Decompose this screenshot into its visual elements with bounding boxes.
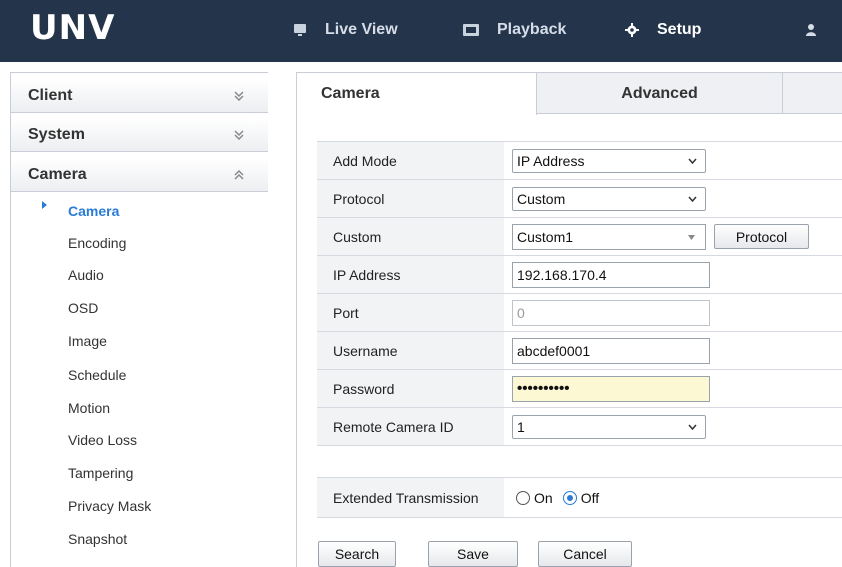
extended-transmission-label: Extended Transmission (317, 478, 504, 517)
port-label: Port (317, 294, 504, 331)
sidebar-item-tampering[interactable]: Tampering (68, 465, 133, 481)
sidebar-item-image[interactable]: Image (68, 333, 107, 349)
settings-sidebar: Client System Camera Camera Encoding Aud… (10, 72, 268, 567)
sidebar-section-label: Camera (28, 165, 87, 183)
radio-checked-icon (562, 490, 577, 505)
triangle-down-icon (688, 234, 695, 240)
camera-form: Add Mode IP Address Protocol Custom Cust… (317, 141, 842, 446)
nav-setup-label: Setup (657, 21, 702, 38)
ip-address-label: IP Address (317, 256, 504, 293)
form-row-custom: Custom Custom1 Protocol (317, 218, 842, 256)
chevron-down-icon (688, 196, 697, 202)
username-input[interactable]: abcdef0001 (512, 337, 710, 364)
sidebar-section-label: System (28, 125, 85, 143)
sidebar-section-client[interactable]: Client (11, 79, 268, 113)
tab-camera[interactable]: Camera (297, 73, 537, 115)
custom-label: Custom (317, 218, 504, 255)
extended-transmission-form: Extended Transmission On Off (317, 477, 842, 518)
sidebar-section-label: Client (28, 86, 73, 104)
sidebar-item-snapshot[interactable]: Snapshot (68, 531, 127, 547)
form-row-password: Password •••••••••• (317, 370, 842, 408)
user-menu[interactable] (805, 18, 819, 42)
active-item-arrow-icon (42, 201, 47, 209)
nav-live-view-label: Live View (325, 21, 398, 38)
port-input[interactable]: 0 (512, 299, 710, 326)
sidebar-item-camera[interactable]: Camera (68, 203, 119, 219)
form-row-add-mode: Add Mode IP Address (317, 142, 842, 180)
extended-transmission-off-radio[interactable]: Off (562, 489, 600, 506)
sidebar-section-system[interactable]: System (11, 118, 268, 152)
add-mode-label: Add Mode (317, 142, 504, 179)
sidebar-item-schedule[interactable]: Schedule (68, 367, 126, 383)
protocol-button[interactable]: Protocol (714, 224, 809, 249)
form-row-port: Port 0 (317, 294, 842, 332)
sidebar-item-encoding[interactable]: Encoding (68, 235, 126, 251)
radio-unchecked-icon (516, 490, 530, 505)
extended-transmission-on-radio[interactable]: On (516, 490, 553, 506)
monitor-icon (293, 23, 307, 37)
protocol-label: Protocol (317, 180, 504, 217)
sidebar-section-camera[interactable]: Camera (11, 158, 268, 192)
protocol-value: Custom (517, 190, 566, 207)
form-row-protocol: Protocol Custom (317, 180, 842, 218)
form-row-extended-transmission: Extended Transmission On Off (317, 478, 842, 518)
chevron-down-icon (688, 158, 697, 164)
tab-bar: Camera Advanced (297, 73, 842, 115)
nav-setup[interactable]: Setup (625, 18, 701, 42)
nav-live-view[interactable]: Live View (293, 18, 398, 42)
custom-value: Custom1 (517, 228, 574, 245)
sidebar-item-video-loss[interactable]: Video Loss (68, 432, 137, 448)
remote-camera-id-value: 1 (517, 418, 525, 435)
sidebar-item-motion[interactable]: Motion (68, 400, 110, 416)
add-mode-select[interactable]: IP Address (512, 148, 706, 173)
film-icon (463, 24, 479, 36)
password-input[interactable]: •••••••••• (512, 375, 710, 402)
sidebar-item-audio[interactable]: Audio (68, 267, 104, 283)
radio-on-label: On (534, 489, 553, 506)
top-nav-bar: UNV Live View Playback Setup (0, 0, 842, 62)
chevron-double-down-icon (234, 91, 244, 102)
save-button[interactable]: Save (428, 541, 518, 567)
chevron-down-icon (688, 424, 697, 430)
form-row-username: Username abcdef0001 (317, 332, 842, 370)
add-mode-value: IP Address (517, 152, 585, 169)
custom-combo[interactable]: Custom1 (512, 223, 706, 250)
protocol-select[interactable]: Custom (512, 186, 706, 211)
user-icon (805, 23, 819, 37)
form-row-ip-address: IP Address 192.168.170.4 (317, 256, 842, 294)
sidebar-item-privacy-mask[interactable]: Privacy Mask (68, 498, 151, 514)
sidebar-item-osd[interactable]: OSD (68, 300, 98, 316)
unv-logo: UNV (30, 8, 116, 48)
cancel-button[interactable]: Cancel (538, 541, 632, 567)
form-row-remote-camera-id: Remote Camera ID 1 (317, 408, 842, 446)
radio-off-label: Off (580, 489, 600, 506)
remote-camera-id-label: Remote Camera ID (317, 408, 504, 445)
chevron-double-up-icon (234, 169, 244, 180)
nav-playback-label: Playback (497, 21, 567, 38)
gear-icon (625, 23, 639, 37)
remote-camera-id-select[interactable]: 1 (512, 414, 706, 439)
password-label: Password (317, 370, 504, 407)
nav-playback[interactable]: Playback (463, 18, 566, 42)
tab-advanced[interactable]: Advanced (537, 73, 783, 114)
ip-address-input[interactable]: 192.168.170.4 (512, 261, 710, 288)
username-label: Username (317, 332, 504, 369)
search-button[interactable]: Search (318, 541, 396, 567)
chevron-double-down-icon (234, 130, 244, 141)
